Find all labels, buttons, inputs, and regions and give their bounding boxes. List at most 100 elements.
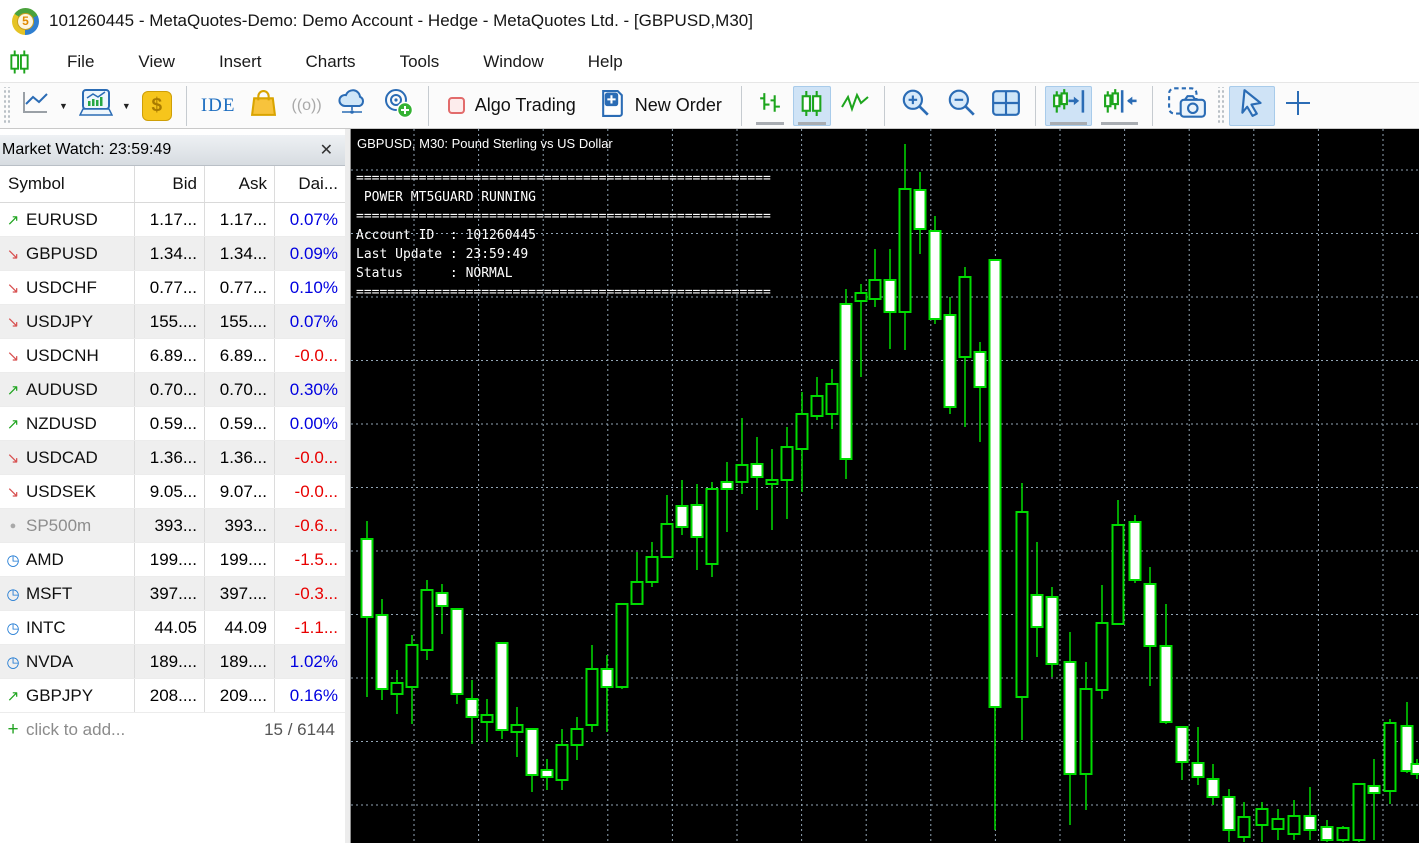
market-row-NZDUSD[interactable]: ↗NZDUSD0.59...0.59...0.00% (0, 407, 345, 441)
trend-clock-icon: ◷ (0, 585, 26, 603)
menu-charts[interactable]: Charts (283, 47, 377, 77)
market-row-SP500m[interactable]: ●SP500m393...393...-0.6... (0, 509, 345, 543)
mt5-app-logo-icon: 5 (12, 8, 39, 35)
toolbar-separator (741, 86, 742, 126)
crosshair-tool-button[interactable] (1279, 86, 1317, 126)
bid-value: 189.... (135, 645, 205, 678)
toolbar-drag-handle[interactable] (2, 87, 11, 125)
zoom-out-button[interactable] (940, 86, 982, 126)
add-symbol-icon[interactable]: + (0, 719, 26, 741)
new-order-button[interactable]: New Order (590, 86, 732, 126)
scroll-to-end-button[interactable] (1045, 86, 1092, 126)
close-icon[interactable]: ✕ (314, 140, 339, 160)
bar-chart-mode-button[interactable] (751, 86, 789, 126)
symbol-name: SP500m (26, 516, 91, 536)
market-watch-footer[interactable]: + click to add... 15 / 6144 (0, 713, 345, 747)
menu-insert[interactable]: Insert (197, 47, 284, 77)
zoom-in-button[interactable] (894, 86, 936, 126)
daily-change-value: -0.0... (275, 441, 345, 474)
market-row-USDCNH[interactable]: ↘USDCNH6.89...6.89...-0.0... (0, 339, 345, 373)
candles-arrow-right-icon (1050, 87, 1087, 124)
menu-file[interactable]: File (45, 47, 116, 77)
column-ask[interactable]: Ask (205, 166, 275, 202)
chart-profiles-button[interactable] (74, 86, 118, 126)
bid-value: 1.34... (135, 237, 205, 270)
symbol-cell: ↗EURUSD (0, 203, 135, 236)
algo-trading-button[interactable]: Algo Trading (438, 86, 586, 126)
toolbar-drag-handle[interactable] (1216, 87, 1225, 125)
vps-cloud-button[interactable] (331, 86, 373, 126)
line-chart-icon (20, 90, 50, 121)
chart-symbol-label: GBPUSD, M30: Pound Sterling vs US Dollar (357, 136, 613, 151)
algo-trading-icon (448, 97, 465, 114)
daily-change-value: -0.0... (275, 339, 345, 372)
market-row-AUDUSD[interactable]: ↗AUDUSD0.70...0.70...0.30% (0, 373, 345, 407)
ask-value: 0.77... (205, 271, 275, 304)
market-row-INTC[interactable]: ◷INTC44.0544.09-1.1... (0, 611, 345, 645)
bid-value: 0.70... (135, 373, 205, 406)
menu-help[interactable]: Help (566, 47, 645, 77)
market-row-USDCHF[interactable]: ↘USDCHF0.77...0.77...0.10% (0, 271, 345, 305)
daily-change-value: 0.00% (275, 407, 345, 440)
market-row-AMD[interactable]: ◷AMD199....199....-1.5... (0, 543, 345, 577)
symbols-button[interactable]: $ (137, 86, 177, 126)
market-row-MSFT[interactable]: ◷MSFT397....397....-0.3... (0, 577, 345, 611)
ask-value: 1.34... (205, 237, 275, 270)
zoom-in-icon (899, 87, 931, 124)
candlestick-mode-button[interactable] (793, 86, 831, 126)
click-to-add-label[interactable]: click to add... (26, 720, 125, 740)
signals-button[interactable]: ((o)) (287, 86, 327, 126)
column-bid[interactable]: Bid (135, 166, 205, 202)
daily-change-value: -1.5... (275, 543, 345, 576)
symbol-name: AMD (26, 550, 64, 570)
menu-window[interactable]: Window (461, 47, 565, 77)
ide-button[interactable]: IDE (196, 86, 241, 126)
chart-area[interactable]: GBPUSD, M30: Pound Sterling vs US Dollar… (351, 129, 1419, 843)
cursor-tool-button[interactable] (1229, 86, 1275, 126)
menu-bar: File View Insert Charts Tools Window Hel… (0, 42, 1419, 82)
ask-value: 189.... (205, 645, 275, 678)
bid-value: 6.89... (135, 339, 205, 372)
market-row-GBPJPY[interactable]: ↗GBPJPY208....209....0.16% (0, 679, 345, 713)
market-row-USDSEK[interactable]: ↘USDSEK9.05...9.07...-0.0... (0, 475, 345, 509)
symbol-cell: ↘USDCAD (0, 441, 135, 474)
target-add-icon (382, 87, 414, 124)
chevron-down-icon[interactable]: ▼ (59, 101, 68, 111)
new-chart-button[interactable] (15, 86, 55, 126)
zigzag-line-icon (840, 90, 870, 121)
symbol-name: AUDUSD (26, 380, 98, 400)
ask-value: 6.89... (205, 339, 275, 372)
menu-tools[interactable]: Tools (378, 47, 462, 77)
chart-shift-button[interactable] (1096, 86, 1143, 126)
symbol-cell: ◷AMD (0, 543, 135, 576)
line-chart-mode-button[interactable] (835, 86, 875, 126)
market-row-EURUSD[interactable]: ↗EURUSD1.17...1.17...0.07% (0, 203, 345, 237)
column-symbol[interactable]: Symbol (0, 166, 135, 202)
add-signal-button[interactable] (377, 86, 419, 126)
tile-windows-button[interactable] (986, 86, 1026, 126)
ask-value: 155.... (205, 305, 275, 338)
market-watch-header: Symbol Bid Ask Dai... (0, 166, 345, 203)
market-row-USDCAD[interactable]: ↘USDCAD1.36...1.36...-0.0... (0, 441, 345, 475)
trend-up-icon: ↗ (0, 687, 26, 705)
symbol-cell: ↘USDCNH (0, 339, 135, 372)
bid-value: 0.77... (135, 271, 205, 304)
chevron-down-icon[interactable]: ▼ (122, 101, 131, 111)
bid-value: 199.... (135, 543, 205, 576)
market-row-USDJPY[interactable]: ↘USDJPY155....155....0.07% (0, 305, 345, 339)
symbol-name: NZDUSD (26, 414, 97, 434)
toolbar-separator (1152, 86, 1153, 126)
bid-value: 208.... (135, 679, 205, 712)
market-button[interactable] (245, 86, 283, 126)
market-watch-titlebar[interactable]: Market Watch: 23:59:49 ✕ (0, 135, 345, 166)
symbol-cell: ◷MSFT (0, 577, 135, 610)
market-row-GBPUSD[interactable]: ↘GBPUSD1.34...1.34...0.09% (0, 237, 345, 271)
trend-up-icon: ↗ (0, 211, 26, 229)
screenshot-button[interactable] (1162, 86, 1212, 126)
market-watch-rows: ↗EURUSD1.17...1.17...0.07%↘GBPUSD1.34...… (0, 203, 345, 713)
menu-view[interactable]: View (116, 47, 197, 77)
market-row-NVDA[interactable]: ◷NVDA189....189....1.02% (0, 645, 345, 679)
column-daily[interactable]: Dai... (275, 166, 345, 202)
symbol-cell: ●SP500m (0, 509, 135, 542)
bid-value: 44.05 (135, 611, 205, 644)
